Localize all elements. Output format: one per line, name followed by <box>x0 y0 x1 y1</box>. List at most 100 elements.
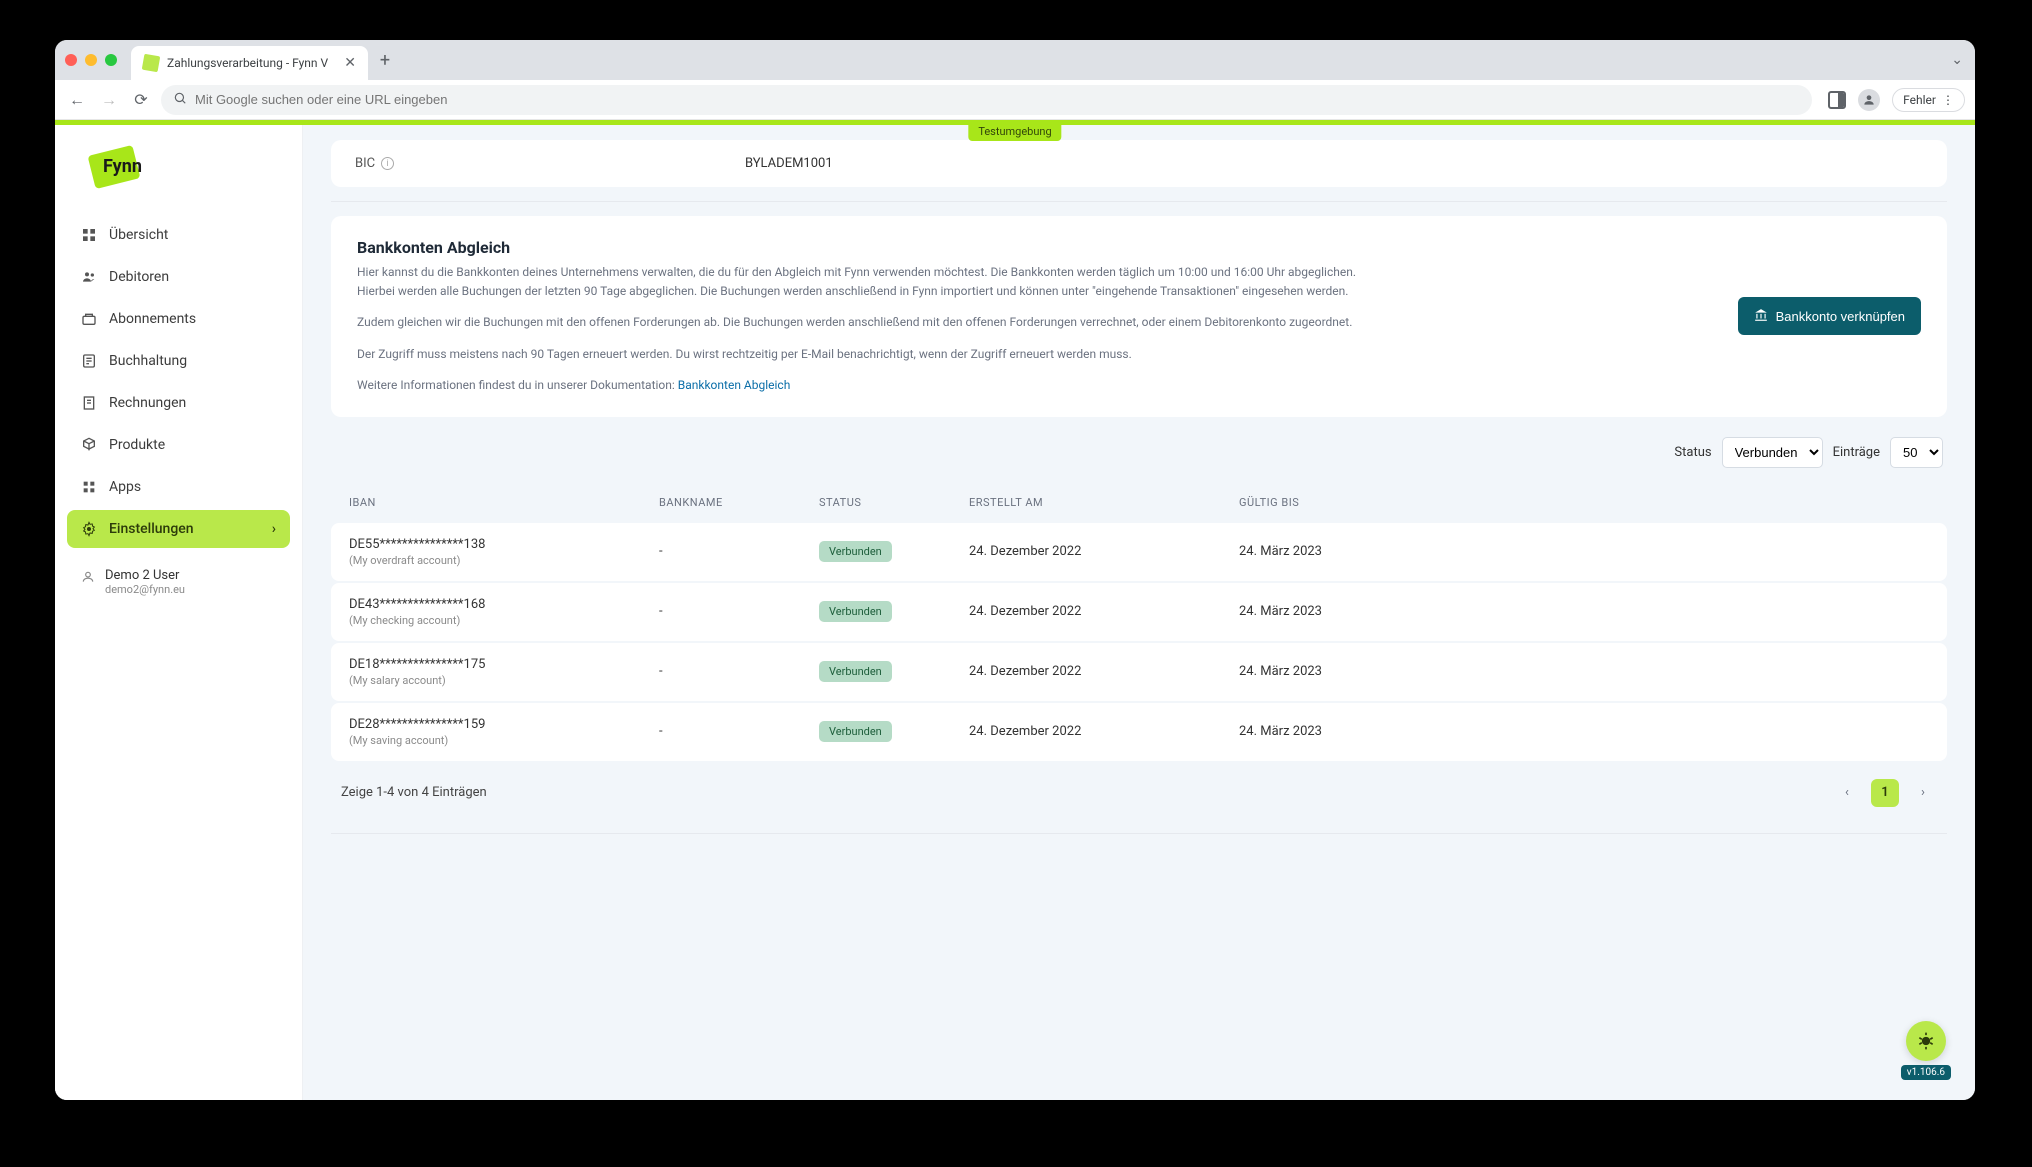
page-prev-button[interactable]: ‹ <box>1833 779 1861 807</box>
back-button[interactable]: ← <box>65 90 89 110</box>
status-badge: Verbunden <box>819 721 892 742</box>
sidebar-item-products[interactable]: Produkte <box>67 426 290 464</box>
bug-report-button[interactable] <box>1906 1021 1946 1061</box>
profile-icon[interactable] <box>1858 89 1880 111</box>
pagination: ‹ 1 › <box>1833 779 1937 807</box>
sidebar-item-invoices[interactable]: Rechnungen <box>67 384 290 422</box>
cell-created: 24. Dezember 2022 <box>969 664 1239 679</box>
table-footer: Zeige 1-4 von 4 Einträgen ‹ 1 › <box>331 763 1947 823</box>
bic-row: BIC i BYLADEM1001 <box>331 140 1947 187</box>
sidebar-item-label: Produkte <box>109 437 165 453</box>
app-viewport: Testumgebung Fynn Übersicht Debitoren Ab… <box>55 120 1975 1100</box>
cell-iban: DE18***************175 <box>349 657 659 672</box>
logo[interactable]: Fynn <box>87 144 167 184</box>
card-paragraph: Hier kannst du die Bankkonten deines Unt… <box>357 263 1698 282</box>
doc-prefix: Weitere Informationen findest du in unse… <box>357 378 678 392</box>
cell-valid: 24. März 2023 <box>1239 604 1929 619</box>
sidebar-item-label: Einstellungen <box>109 521 194 537</box>
new-tab-button[interactable]: + <box>380 50 390 71</box>
link-bank-account-button[interactable]: Bankkonto verknüpfen <box>1738 297 1921 335</box>
minimize-window-icon[interactable] <box>85 54 97 66</box>
table-row[interactable]: DE55***************138 (My overdraft acc… <box>331 523 1947 581</box>
cell-created: 24. Dezember 2022 <box>969 604 1239 619</box>
sidebar-item-subscriptions[interactable]: Abonnements <box>67 300 290 338</box>
status-filter-label: Status <box>1674 445 1711 460</box>
cell-valid: 24. März 2023 <box>1239 664 1929 679</box>
sidebar-item-overview[interactable]: Übersicht <box>67 216 290 254</box>
divider <box>331 833 1947 834</box>
address-input[interactable] <box>195 92 1800 107</box>
dashboard-icon <box>81 227 97 243</box>
card-paragraph: Zudem gleichen wir die Buchungen mit den… <box>357 313 1698 332</box>
doc-link[interactable]: Bankkonten Abgleich <box>678 378 791 392</box>
chevron-right-icon: › <box>272 521 276 537</box>
people-icon <box>81 269 97 285</box>
table-row[interactable]: DE43***************168 (My checking acco… <box>331 583 1947 641</box>
close-window-icon[interactable] <box>65 54 77 66</box>
sidebar-item-settings[interactable]: Einstellungen › <box>67 510 290 548</box>
user-icon <box>81 570 95 588</box>
error-indicator[interactable]: Fehler ⋮ <box>1892 88 1965 112</box>
table-summary: Zeige 1-4 von 4 Einträgen <box>341 785 487 800</box>
table-filters: Status Verbunden Einträge 50 <box>331 423 1947 482</box>
logo-text: Fynn <box>103 156 142 177</box>
cell-bankname: - <box>659 664 819 679</box>
subscription-icon <box>81 311 97 327</box>
environment-badge: Testumgebung <box>968 122 1061 141</box>
close-tab-icon[interactable]: ✕ <box>344 55 356 71</box>
more-icon: ⋮ <box>1942 93 1954 107</box>
page-next-button[interactable]: › <box>1909 779 1937 807</box>
main-content: BIC i BYLADEM1001 Bankkonten Abgleich Hi… <box>303 120 1975 1100</box>
cell-valid: 24. März 2023 <box>1239 724 1929 739</box>
reload-button[interactable]: ⟳ <box>129 90 153 109</box>
settings-icon <box>81 521 97 537</box>
status-filter-select[interactable]: Verbunden <box>1722 437 1823 468</box>
browser-toolbar: ← → ⟳ Fehler ⋮ <box>55 80 1975 120</box>
entries-filter-label: Einträge <box>1833 445 1880 460</box>
products-icon <box>81 437 97 453</box>
info-icon[interactable]: i <box>381 157 394 170</box>
maximize-window-icon[interactable] <box>105 54 117 66</box>
col-created: ERSTELLT AM <box>969 496 1239 509</box>
cell-iban-sub: (My salary account) <box>349 674 659 687</box>
card-paragraph: Der Zugriff muss meistens nach 90 Tagen … <box>357 345 1698 364</box>
button-label: Bankkonto verknüpfen <box>1776 309 1905 324</box>
browser-window: Zahlungsverarbeitung - Fynn V ✕ + ⌄ ← → … <box>55 40 1975 1100</box>
cell-created: 24. Dezember 2022 <box>969 724 1239 739</box>
address-bar[interactable] <box>161 85 1812 115</box>
page-current[interactable]: 1 <box>1871 779 1899 807</box>
col-bankname: BANKNAME <box>659 496 819 509</box>
error-label: Fehler <box>1903 93 1936 107</box>
sidebar-item-apps[interactable]: Apps <box>67 468 290 506</box>
divider <box>331 201 1947 202</box>
account-sync-card: Bankkonten Abgleich Hier kannst du die B… <box>331 216 1947 417</box>
browser-tab[interactable]: Zahlungsverarbeitung - Fynn V ✕ <box>131 46 368 80</box>
entries-filter-select[interactable]: 50 <box>1890 437 1943 468</box>
sidebar-item-accounting[interactable]: Buchhaltung <box>67 342 290 380</box>
col-iban: IBAN <box>349 496 659 509</box>
cell-iban: DE55***************138 <box>349 537 659 552</box>
table-row[interactable]: DE18***************175 (My salary accoun… <box>331 643 1947 701</box>
accounting-icon <box>81 353 97 369</box>
table-header: IBAN BANKNAME STATUS ERSTELLT AM GÜLTIG … <box>331 482 1947 523</box>
search-icon <box>173 91 187 109</box>
user-info[interactable]: Demo 2 User demo2@fynn.eu <box>67 560 290 604</box>
tabs-menu-icon[interactable]: ⌄ <box>1951 52 1963 68</box>
browser-tab-strip: Zahlungsverarbeitung - Fynn V ✕ + ⌄ <box>55 40 1975 80</box>
cell-bankname: - <box>659 724 819 739</box>
sidebar-item-debtors[interactable]: Debitoren <box>67 258 290 296</box>
cell-iban-sub: (My saving account) <box>349 734 659 747</box>
tab-title: Zahlungsverarbeitung - Fynn V <box>167 56 328 70</box>
tab-favicon-icon <box>142 54 161 73</box>
panel-icon[interactable] <box>1828 91 1846 109</box>
table-row[interactable]: DE28***************159 (My saving accoun… <box>331 703 1947 761</box>
sidebar-item-label: Debitoren <box>109 269 169 285</box>
cell-created: 24. Dezember 2022 <box>969 544 1239 559</box>
forward-button[interactable]: → <box>97 90 121 110</box>
status-badge: Verbunden <box>819 541 892 562</box>
sidebar-item-label: Apps <box>109 479 141 495</box>
user-email: demo2@fynn.eu <box>105 583 185 596</box>
col-valid: GÜLTIG BIS <box>1239 496 1929 509</box>
bank-icon <box>1754 308 1768 325</box>
apps-icon <box>81 479 97 495</box>
